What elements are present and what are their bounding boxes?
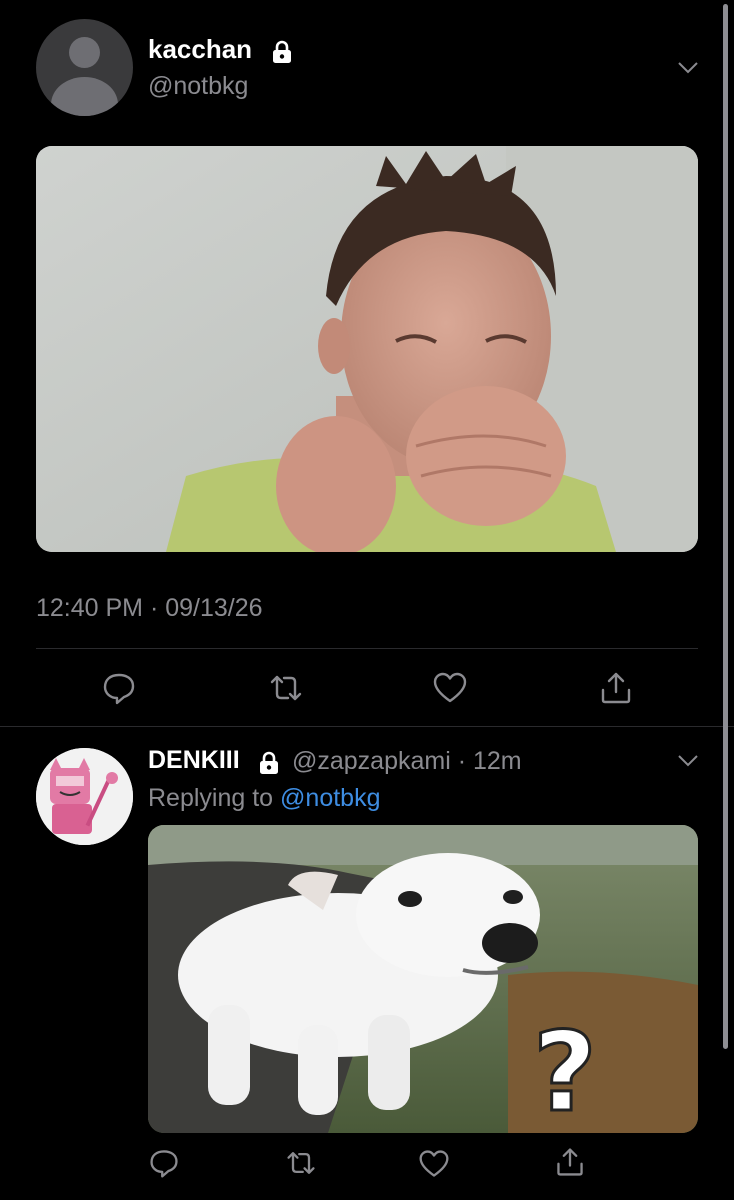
reply-display-name[interactable]: DENKIII	[148, 746, 240, 775]
question-mark-overlay: ?	[533, 1008, 597, 1133]
chevron-down-icon[interactable]	[677, 61, 699, 75]
share-icon[interactable]	[554, 1146, 586, 1178]
chevron-down-icon[interactable]	[677, 754, 699, 768]
mention-link[interactable]: @notbkg	[280, 784, 380, 812]
heart-icon[interactable]	[432, 670, 468, 706]
tweet-separator	[0, 726, 734, 727]
heart-icon[interactable]	[418, 1148, 450, 1180]
user-handle[interactable]: @notbkg	[148, 72, 248, 101]
retweet-icon[interactable]	[268, 670, 304, 706]
divider	[36, 648, 698, 649]
tweet-timestamp[interactable]: 12:40 PM · 09/13/26	[36, 594, 263, 623]
reply-photo[interactable]: ?	[148, 825, 698, 1133]
tweet-photo[interactable]	[36, 146, 698, 552]
reply-icon[interactable]	[148, 1147, 180, 1179]
reply-icon[interactable]	[101, 670, 137, 706]
main-tweet: kacchan @notbkg 12:40 PM · 09/13/26	[0, 0, 734, 726]
scrollbar[interactable]	[723, 4, 728, 1049]
lock-icon	[260, 751, 278, 774]
retweet-icon[interactable]	[285, 1147, 317, 1179]
reply-handle-time[interactable]: @zapzapkami · 12m	[292, 747, 522, 776]
replying-label: Replying to	[148, 784, 274, 812]
display-name[interactable]: kacchan	[148, 34, 252, 65]
lock-icon	[273, 40, 291, 63]
reply-avatar[interactable]	[36, 748, 133, 845]
replying-to: Replying to @notbkg	[148, 784, 380, 813]
avatar[interactable]	[36, 19, 133, 116]
share-icon[interactable]	[598, 670, 634, 706]
